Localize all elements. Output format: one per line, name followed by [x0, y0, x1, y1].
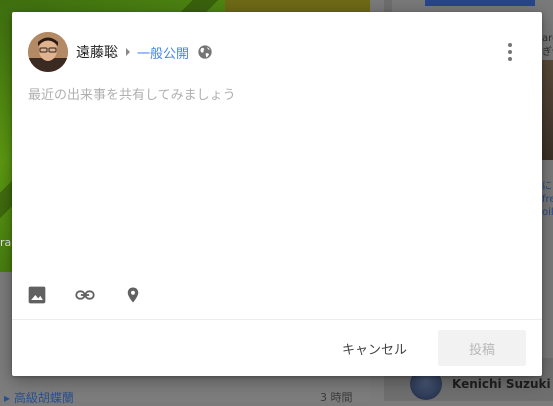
background-user-name: Kenichi Suzuki [452, 377, 551, 391]
dialog-footer: キャンセル 投稿 [12, 330, 542, 366]
avatar-photo [28, 32, 68, 72]
avatar [28, 32, 68, 72]
background-feed-item-title-text: 高級胡蝶蘭 [13, 391, 74, 405]
background-feed-item-title: ▸ 高級胡蝶蘭 [4, 391, 74, 405]
background-right-blue-snippet: oil [542, 207, 553, 218]
background-right-snippets: ard ぎv [542, 32, 553, 60]
location-pin-icon[interactable] [122, 284, 144, 306]
background-right-snippet: ぎv [542, 47, 553, 58]
post-button[interactable]: 投稿 [438, 330, 526, 366]
footer-divider [12, 319, 542, 320]
background-right-blue-snippet: fre [542, 194, 553, 205]
background-right-blue-snippet: に [542, 181, 552, 192]
more-vert-icon[interactable] [500, 42, 520, 62]
caret-right-icon [126, 48, 130, 56]
cancel-button[interactable]: キャンセル [334, 330, 415, 366]
background-right-snippet: ard [542, 33, 553, 44]
image-icon[interactable] [26, 284, 48, 306]
attachment-toolbar [26, 284, 144, 306]
link-icon[interactable] [74, 284, 96, 306]
audience-selector[interactable]: 一般公開 [137, 43, 189, 62]
background-hero-caption: ra [0, 236, 12, 249]
compose-textarea[interactable] [28, 84, 524, 274]
background-right-blue-snippets: に fre oil [542, 180, 553, 219]
background-top-button [425, 0, 535, 6]
user-name: 遠藤聡 [76, 45, 118, 61]
globe-icon[interactable] [197, 44, 213, 60]
dialog-header: 遠藤聡 一般公開 [28, 32, 526, 72]
background-feed-item-time: 3 時間 [320, 391, 353, 404]
share-post-dialog: 遠藤聡 一般公開 最近の出来事を共有してみましょう キャンセル 投稿 [12, 12, 542, 376]
